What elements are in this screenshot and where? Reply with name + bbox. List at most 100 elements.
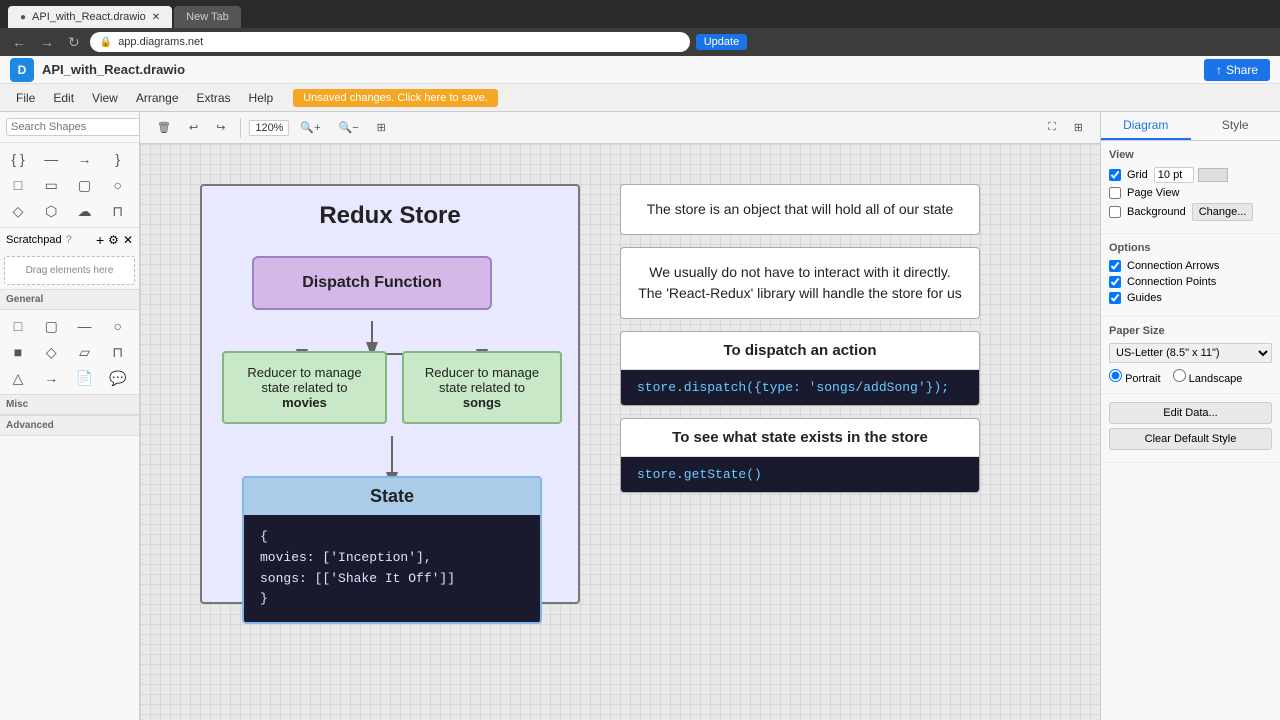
- shape-ellipse[interactable]: ○: [104, 173, 132, 197]
- section-general: General: [0, 289, 139, 310]
- shape-note[interactable]: 📄: [71, 366, 99, 390]
- fit-page-button[interactable]: ⊞: [370, 118, 393, 137]
- state-code-line2: movies: ['Inception'],: [260, 548, 524, 569]
- grid-size-input[interactable]: [1154, 167, 1194, 183]
- shape-cylinder2[interactable]: ⊓: [104, 340, 132, 364]
- shape-arrow[interactable]: →: [71, 147, 99, 171]
- reducer-movies-box[interactable]: Reducer to manage state related to movie…: [222, 351, 387, 424]
- tab-close-icon[interactable]: ✕: [152, 12, 160, 23]
- forward-button[interactable]: →: [36, 32, 58, 52]
- menu-extras[interactable]: Extras: [189, 89, 239, 107]
- shape-parallelogram[interactable]: ▱: [71, 340, 99, 364]
- info-box-store-object: The store is an object that will hold al…: [620, 184, 980, 235]
- info-box-dispatch: To dispatch an action store.dispatch({ty…: [620, 331, 980, 406]
- shape-bracket-curly[interactable]: { }: [4, 147, 32, 171]
- shape-line2[interactable]: —: [71, 314, 99, 338]
- portrait-radio[interactable]: [1109, 369, 1122, 382]
- dispatch-box[interactable]: Dispatch Function: [252, 256, 492, 310]
- tab-style[interactable]: Style: [1191, 112, 1280, 140]
- shape-diamond2[interactable]: ◇: [37, 340, 65, 364]
- drag-elements-area: Drag elements here: [4, 256, 135, 285]
- state-code-line4: }: [260, 589, 524, 610]
- paper-size-select[interactable]: US-Letter (8.5" x 11"): [1109, 343, 1272, 363]
- info-box1-text: The store is an object that will hold al…: [621, 185, 979, 234]
- scratchpad-add[interactable]: +: [96, 232, 104, 248]
- grid-button[interactable]: ⊞: [1067, 118, 1090, 137]
- redux-store-title: Redux Store: [202, 186, 578, 246]
- shape-cylinder[interactable]: ⊓: [104, 199, 132, 223]
- dispatch-code: store.dispatch({type: 'songs/addSong'});: [621, 370, 979, 405]
- clear-style-button[interactable]: Clear Default Style: [1109, 428, 1272, 450]
- scratchpad-settings[interactable]: ⚙: [108, 233, 119, 247]
- connection-points-checkbox[interactable]: [1109, 276, 1121, 288]
- options-section-title: Options: [1109, 242, 1272, 254]
- canvas-toolbar: 🗑 ↩ ↪ 120% 🔍+ 🔍− ⊞ ⛶ ⊞: [140, 112, 1100, 144]
- page-view-checkbox[interactable]: [1109, 187, 1121, 199]
- guides-checkbox[interactable]: [1109, 292, 1121, 304]
- info-box-react-redux: We usually do not have to interact with …: [620, 247, 980, 319]
- connection-arrows-checkbox[interactable]: [1109, 260, 1121, 272]
- reducer-movies-bold: movies: [282, 395, 327, 410]
- state-title: State: [244, 478, 540, 515]
- canvas-area[interactable]: Redux Store Dispatch Function Reducer to…: [140, 144, 1100, 720]
- state-box[interactable]: State { movies: ['Inception'], songs: [[…: [242, 476, 542, 624]
- shape-triangle[interactable]: △: [4, 366, 32, 390]
- browser-chrome: ● API_with_React.drawio ✕ New Tab ← → ↻ …: [0, 0, 1280, 56]
- toolbar-divider: [240, 118, 241, 138]
- update-button[interactable]: Update: [696, 34, 747, 50]
- shape-rect2[interactable]: □: [4, 314, 32, 338]
- orientation-row: Portrait Landscape: [1109, 369, 1272, 385]
- shape-arrow2[interactable]: →: [37, 366, 65, 390]
- menu-file[interactable]: File: [8, 89, 43, 107]
- reducer-songs-box[interactable]: Reducer to manage state related to songs: [402, 351, 562, 424]
- shape-diamond[interactable]: ◇: [4, 199, 32, 223]
- undo-button[interactable]: ↩: [182, 118, 205, 137]
- shape-rounded[interactable]: ▢: [71, 173, 99, 197]
- unsaved-changes-button[interactable]: Unsaved changes. Click here to save.: [293, 89, 498, 107]
- tab-diagram[interactable]: Diagram: [1101, 112, 1191, 140]
- shape-rect[interactable]: ▭: [37, 173, 65, 197]
- general-shapes-grid: □ ▢ — ○ ■ ◇ ▱ ⊓ △ → 📄 💬: [0, 310, 139, 394]
- active-tab[interactable]: ● API_with_React.drawio ✕: [8, 6, 172, 28]
- state-code-line1: {: [260, 527, 524, 548]
- edit-data-button[interactable]: Edit Data...: [1109, 402, 1272, 424]
- background-checkbox[interactable]: [1109, 206, 1121, 218]
- delete-button[interactable]: 🗑: [150, 118, 178, 137]
- landscape-radio[interactable]: [1173, 369, 1186, 382]
- shape-callout[interactable]: 💬: [104, 366, 132, 390]
- menu-arrange[interactable]: Arrange: [128, 89, 187, 107]
- zoom-out-button[interactable]: 🔍−: [332, 118, 366, 137]
- zoom-in-button[interactable]: 🔍+: [293, 118, 327, 137]
- canvas-column: 🗑 ↩ ↪ 120% 🔍+ 🔍− ⊞ ⛶ ⊞: [140, 112, 1100, 720]
- fullscreen-button[interactable]: ⛶: [1041, 118, 1063, 137]
- address-bar[interactable]: 🔒 app.diagrams.net: [90, 32, 690, 52]
- shape-line[interactable]: —: [37, 147, 65, 171]
- menu-edit[interactable]: Edit: [45, 89, 82, 107]
- shape-circle[interactable]: ○: [104, 314, 132, 338]
- menu-view[interactable]: View: [84, 89, 126, 107]
- paper-size-section: Paper Size US-Letter (8.5" x 11") Portra…: [1101, 317, 1280, 394]
- scratchpad-header: Scratchpad ? + ⚙ ✕: [0, 227, 139, 252]
- scratchpad-close[interactable]: ✕: [123, 233, 133, 247]
- redo-button[interactable]: ↪: [209, 118, 232, 137]
- shape-cloud[interactable]: ☁: [71, 199, 99, 223]
- shape-square2[interactable]: ■: [4, 340, 32, 364]
- app-header: D API_with_React.drawio ↑ Share File Edi…: [0, 56, 1280, 112]
- search-shapes-input[interactable]: [6, 118, 140, 136]
- new-tab[interactable]: New Tab: [174, 6, 241, 28]
- shape-rounded2[interactable]: ▢: [37, 314, 65, 338]
- shape-curly-brace[interactable]: }: [104, 147, 132, 171]
- back-button[interactable]: ←: [8, 32, 30, 52]
- shape-square[interactable]: □: [4, 173, 32, 197]
- menu-help[interactable]: Help: [241, 89, 282, 107]
- getstate-code: store.getState(): [621, 457, 979, 492]
- grid-checkbox[interactable]: [1109, 169, 1121, 181]
- grid-color-swatch[interactable]: [1198, 168, 1228, 182]
- change-background-button[interactable]: Change...: [1192, 203, 1254, 221]
- refresh-button[interactable]: ↻: [64, 32, 84, 53]
- background-option: Background Change...: [1109, 203, 1272, 221]
- shape-hexagon[interactable]: ⬡: [37, 199, 65, 223]
- redux-store-box[interactable]: Redux Store Dispatch Function Reducer to…: [200, 184, 580, 604]
- page-view-option: Page View: [1109, 187, 1272, 199]
- share-button[interactable]: ↑ Share: [1204, 59, 1270, 81]
